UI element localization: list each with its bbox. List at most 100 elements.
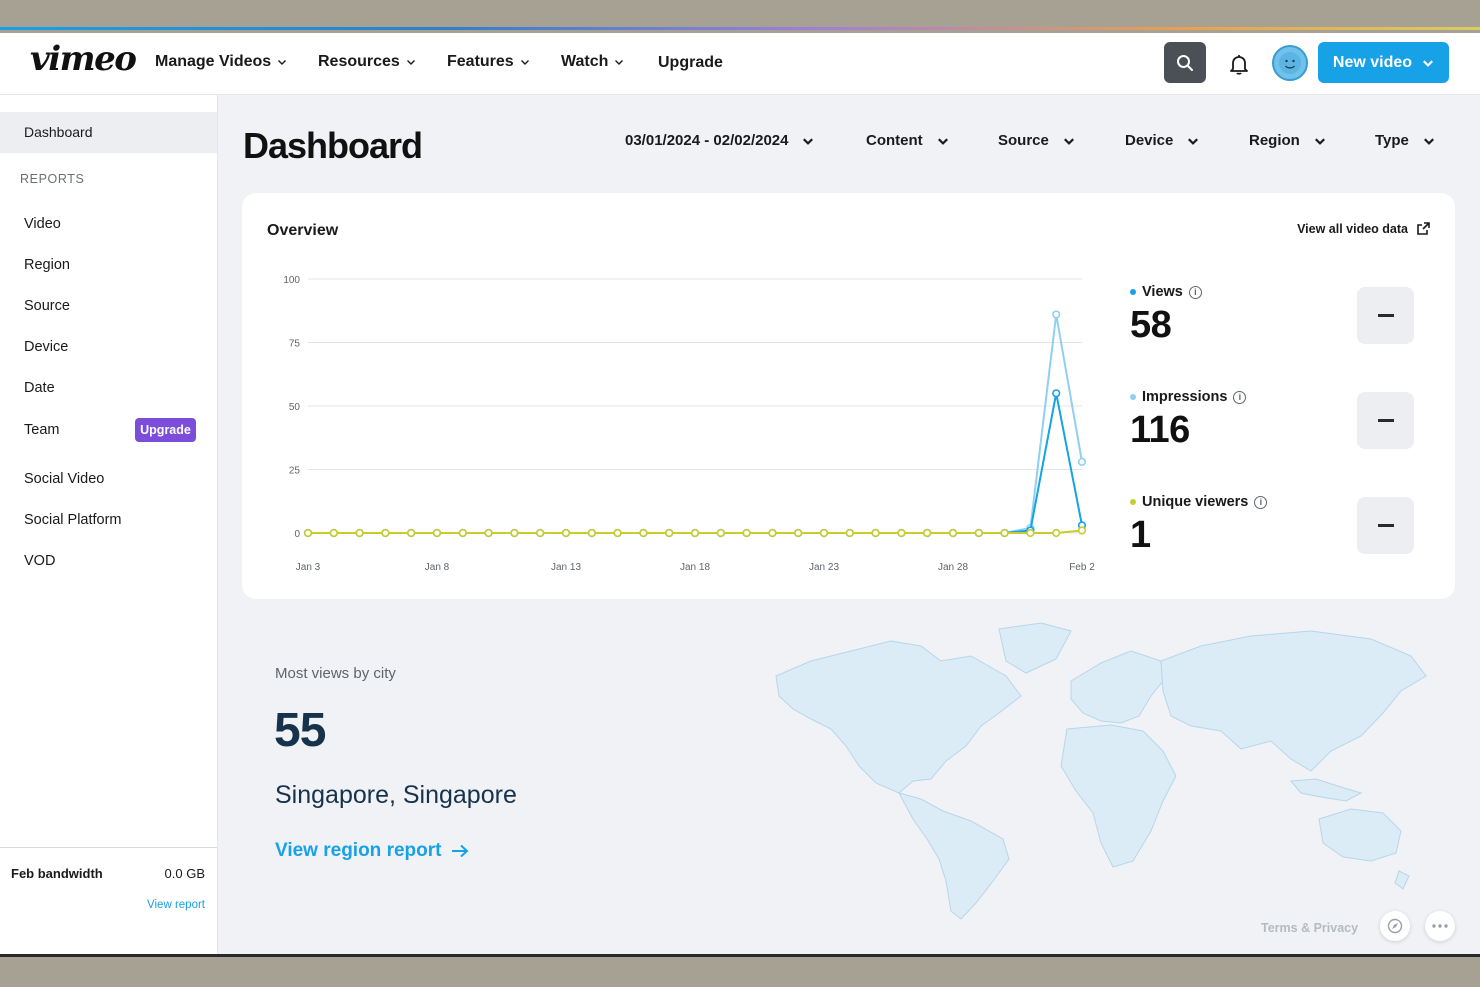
info-icon[interactable]: i	[1233, 390, 1247, 404]
data-point-unique-viewers	[458, 528, 467, 538]
data-point-unique-viewers	[794, 528, 803, 538]
nav-watch[interactable]: Watch	[561, 53, 624, 71]
x-tick-label: Jan 18	[680, 562, 710, 573]
accent-strip	[0, 27, 1480, 30]
view-report-link[interactable]: View report	[147, 899, 205, 911]
sidebar-item-vod[interactable]: VOD	[24, 553, 55, 569]
page-title: Dashboard	[243, 125, 423, 166]
sidebar-item-video[interactable]: Video	[24, 216, 61, 232]
chevron-down-icon	[1188, 137, 1199, 145]
avatar-icon[interactable]	[1272, 45, 1308, 81]
chevron-down-icon	[278, 60, 287, 65]
view-all-video-data-link[interactable]: View all video data	[1297, 221, 1431, 236]
data-point-unique-viewers	[974, 528, 983, 538]
nav-upgrade[interactable]: Upgrade	[658, 54, 723, 72]
x-tick-label: Jan 23	[809, 562, 839, 573]
sidebar-item-region[interactable]: Region	[24, 257, 70, 273]
team-upgrade-badge[interactable]: Upgrade	[135, 418, 196, 442]
source-filter[interactable]: Source	[998, 132, 1075, 149]
data-point-unique-viewers	[484, 528, 493, 538]
chevron-down-icon	[520, 60, 529, 65]
nav-features[interactable]: Features	[447, 53, 530, 71]
region-filter[interactable]: Region	[1249, 132, 1326, 149]
toggle-views-button[interactable]	[1357, 287, 1414, 344]
data-point-unique-viewers	[303, 528, 313, 538]
chevron-down-icon	[615, 60, 624, 65]
data-point-unique-viewers	[1000, 528, 1009, 538]
toggle-unique-viewers-button[interactable]	[1357, 497, 1414, 554]
data-point-unique-viewers	[613, 528, 622, 538]
sidebar-item-social-video[interactable]: Social Video	[24, 471, 104, 487]
nav-resources[interactable]: Resources	[318, 53, 416, 71]
metric-unique-viewers: Unique viewers i 1	[1130, 494, 1268, 557]
chevron-down-icon	[803, 137, 814, 145]
data-point-unique-viewers	[432, 528, 442, 538]
new-video-label: New video	[1332, 53, 1413, 71]
map-europe	[1070, 650, 1164, 724]
data-point-unique-viewers	[407, 528, 416, 538]
sidebar-item-social-platform[interactable]: Social Platform	[24, 512, 122, 528]
data-point-unique-viewers	[329, 528, 338, 538]
sidebar-item-dashboard[interactable]: Dashboard	[0, 112, 217, 153]
vimeo-logo[interactable]: vimeo	[30, 39, 137, 79]
metric-impressions: Impressions i 116	[1130, 389, 1247, 452]
type-filter[interactable]: Type	[1375, 132, 1435, 149]
compass-icon[interactable]	[1380, 911, 1410, 941]
filter-label: 03/01/2024 - 02/02/2024	[625, 132, 789, 149]
toggle-impressions-button[interactable]	[1357, 392, 1414, 449]
info-icon[interactable]: i	[1254, 495, 1268, 509]
most-views-by-city-label: Most views by city	[275, 665, 396, 682]
overview-card: Overview View all video data 0 25 50 75 100 J…	[242, 193, 1455, 599]
legend-dot	[1130, 289, 1136, 295]
terms-privacy-link[interactable]: Terms & Privacy	[1261, 921, 1358, 935]
content-filter[interactable]: Content	[866, 132, 949, 149]
sidebar-item-date[interactable]: Date	[24, 380, 55, 396]
y-tick-label: 50	[289, 402, 301, 413]
main-content: Dashboard 03/01/2024 - 02/02/2024 Conten…	[218, 95, 1480, 954]
y-tick-label: 75	[289, 339, 301, 350]
window-top-bar	[0, 0, 1480, 30]
sidebar-item-team[interactable]: Team	[24, 422, 59, 438]
info-icon[interactable]: i	[1188, 285, 1202, 299]
window-bottom-bar	[0, 954, 1480, 987]
divider	[0, 847, 217, 848]
data-point-unique-viewers	[587, 528, 596, 538]
y-tick-label: 0	[294, 529, 300, 540]
more-options-icon[interactable]	[1425, 911, 1455, 941]
bell-icon[interactable]	[1227, 52, 1251, 76]
date-range-filter[interactable]: 03/01/2024 - 02/02/2024	[625, 132, 814, 149]
map-indonesia	[1289, 778, 1363, 802]
sidebar-item-device[interactable]: Device	[24, 339, 68, 355]
overview-line-chart: 0 25 50 75 100 Jan 3 Jan 8 Jan 13 Jan 18 Jan 23 Ja…	[283, 275, 1095, 573]
top-navigation: vimeo Manage Videos Resources Features W…	[0, 33, 1480, 95]
map-asia	[1160, 630, 1427, 772]
data-point-views	[1052, 389, 1061, 398]
y-tick-label: 25	[289, 466, 301, 477]
region-link-label: View region report	[275, 840, 442, 861]
data-point-unique-viewers	[1077, 526, 1087, 535]
data-point-unique-viewers	[355, 528, 364, 538]
device-filter[interactable]: Device	[1125, 132, 1199, 149]
data-point-unique-viewers	[897, 528, 906, 538]
app: vimeo Manage Videos Resources Features W…	[0, 33, 1480, 954]
search-button[interactable]	[1164, 42, 1206, 83]
chevron-down-icon	[937, 137, 948, 145]
map-new-zealand	[1394, 870, 1410, 890]
sidebar-item-source[interactable]: Source	[24, 298, 70, 314]
x-tick-label: Jan 13	[551, 562, 581, 573]
data-point-unique-viewers	[510, 528, 519, 538]
data-point-impressions	[1077, 457, 1087, 466]
data-point-impressions	[1052, 310, 1061, 319]
metric-views: Views i 58	[1130, 284, 1202, 347]
data-point-unique-viewers	[1052, 528, 1061, 538]
new-video-button[interactable]: New video	[1318, 42, 1449, 83]
bandwidth-label: Feb bandwidth	[11, 866, 103, 881]
metric-label: Impressions	[1142, 389, 1228, 405]
data-point-unique-viewers	[690, 528, 700, 538]
chevron-down-icon	[406, 60, 415, 65]
metric-value: 1	[1130, 514, 1151, 556]
metric-label: Unique viewers	[1142, 494, 1249, 510]
nav-manage-videos[interactable]: Manage Videos	[155, 53, 287, 71]
view-region-report-link[interactable]: View region report	[275, 840, 469, 862]
data-point-unique-viewers	[561, 528, 571, 538]
